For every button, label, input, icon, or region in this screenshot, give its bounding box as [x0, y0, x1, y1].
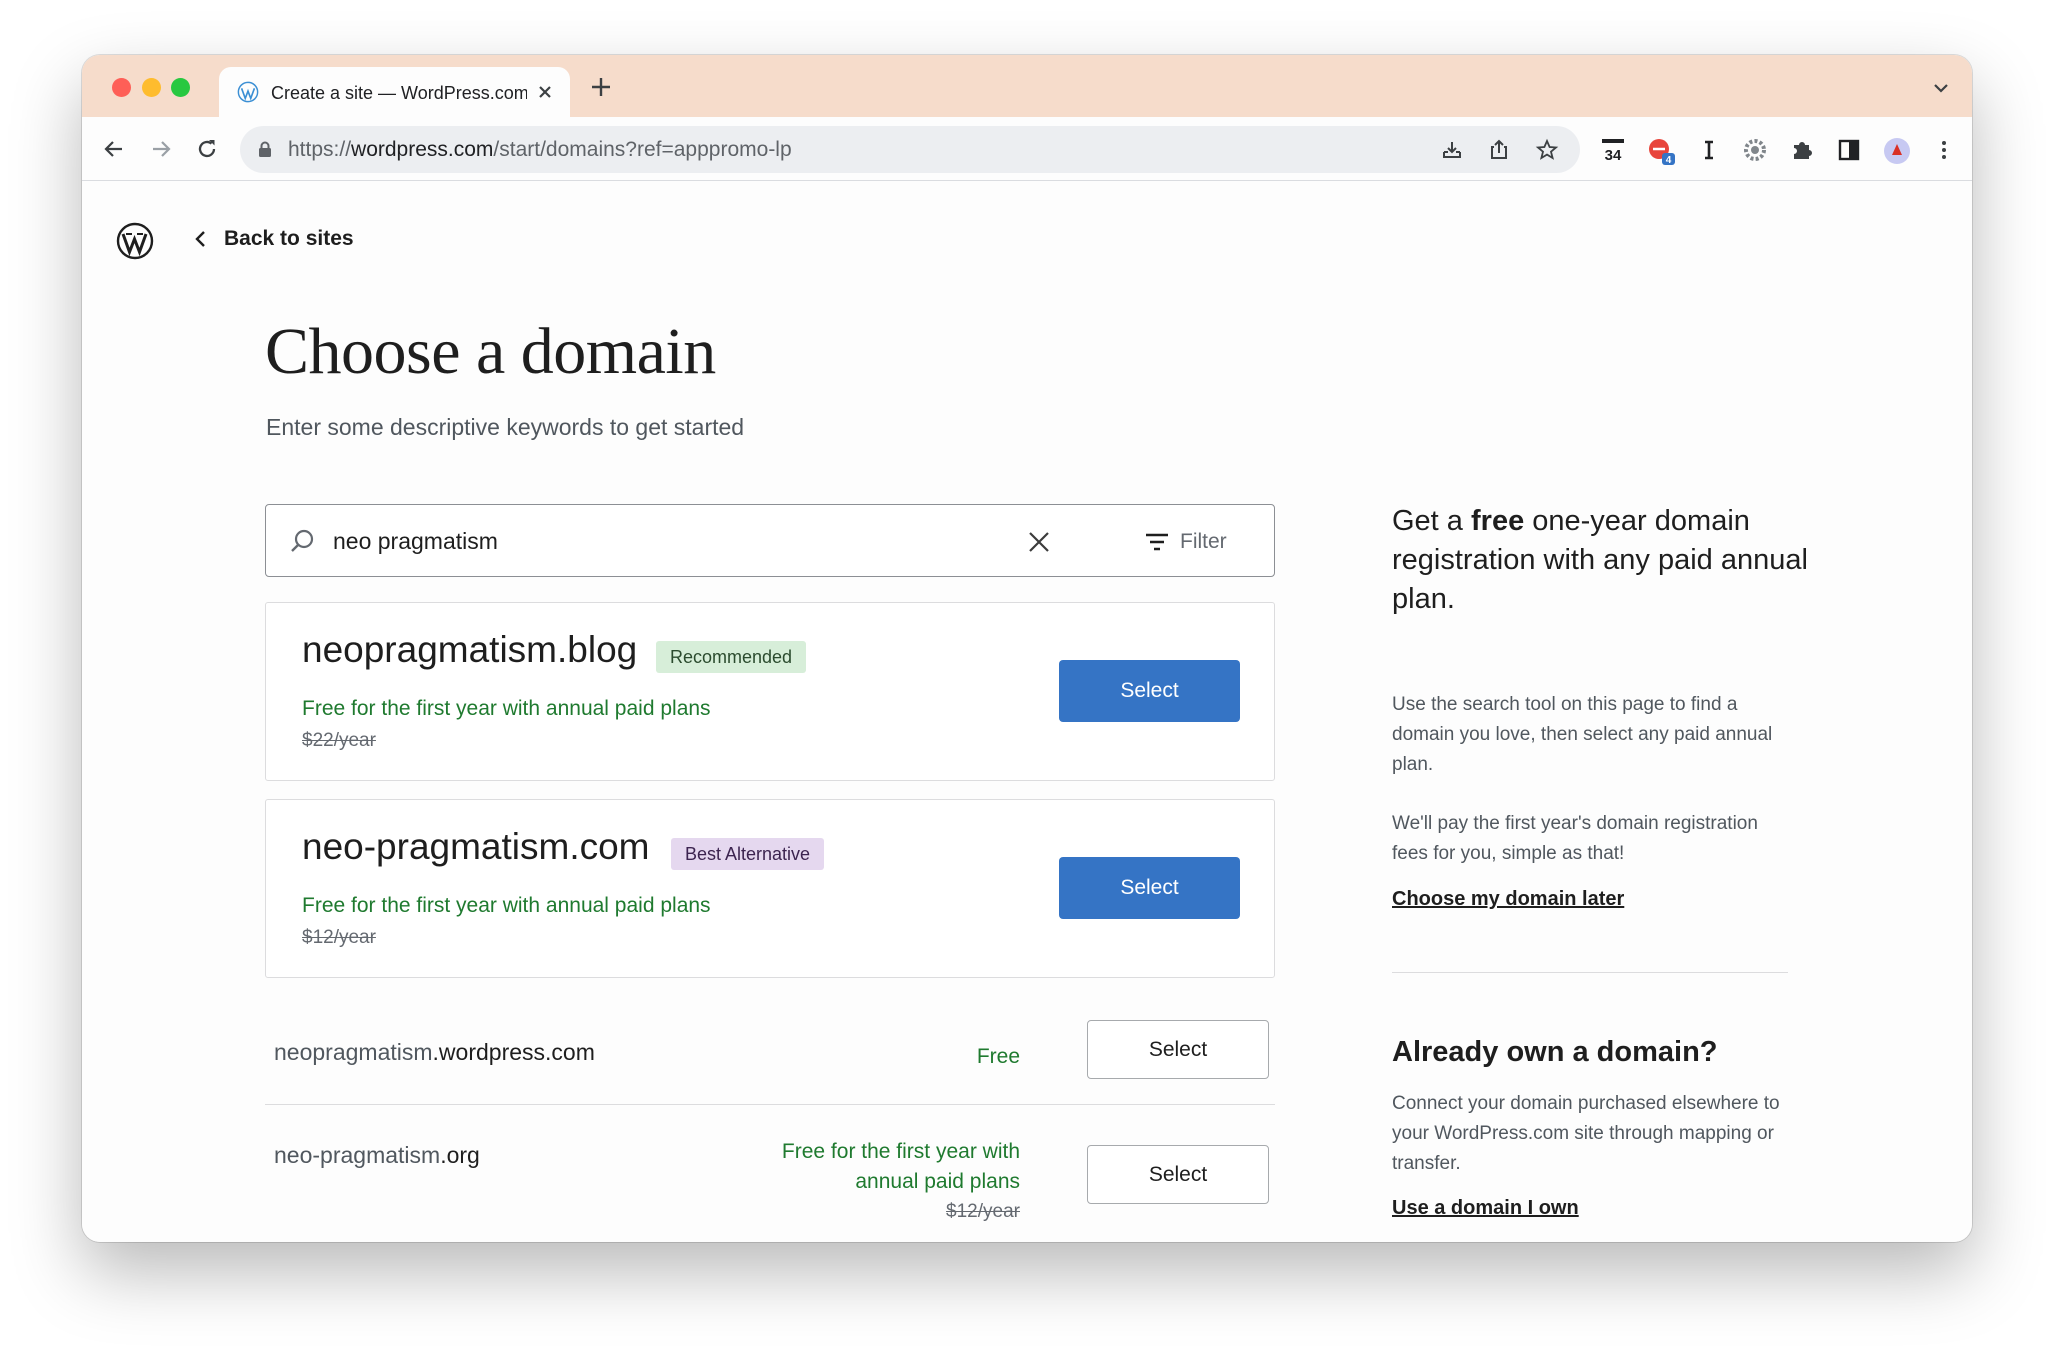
- install-app-icon[interactable]: [1440, 138, 1464, 162]
- svg-text:4: 4: [1666, 155, 1672, 166]
- own-domain-heading: Already own a domain?: [1392, 1036, 1718, 1068]
- original-price: $12/year: [302, 927, 376, 948]
- choose-domain-later-link[interactable]: Choose my domain later: [1392, 888, 1624, 911]
- wordpress-favicon-icon: [237, 81, 259, 103]
- text-extension-icon[interactable]: [1696, 137, 1722, 163]
- page-content: Back to sites Choose a domain Enter some…: [82, 182, 1972, 1242]
- free-offer-text: Free for the first year with annual paid…: [302, 697, 711, 720]
- original-price: $22/year: [302, 730, 376, 751]
- use-own-domain-link[interactable]: Use a domain I own: [1392, 1197, 1579, 1220]
- domain-search-input[interactable]: [333, 521, 953, 561]
- select-domain-button[interactable]: Select: [1087, 1020, 1269, 1079]
- free-offer-text: Free for the first year with annual paid…: [302, 894, 711, 917]
- page-subtitle: Enter some descriptive keywords to get s…: [266, 414, 745, 440]
- profile-avatar[interactable]: [1883, 137, 1910, 164]
- domain-result-price: Free: [976, 1045, 1020, 1068]
- settings-gear-extension-icon[interactable]: [1742, 137, 1768, 163]
- chevron-left-icon: [195, 231, 205, 247]
- select-domain-button[interactable]: Select: [1059, 660, 1240, 722]
- page-title: Choose a domain: [265, 315, 716, 388]
- back-to-sites-label: Back to sites: [224, 227, 354, 250]
- domain-search-box: Filter: [265, 504, 1275, 577]
- close-tab-icon[interactable]: [535, 82, 555, 102]
- domain-name: neopragmatism.blog: [302, 629, 638, 670]
- forward-arrow-icon[interactable]: [149, 137, 173, 161]
- svg-text:34: 34: [1605, 147, 1622, 163]
- side-panel-icon[interactable]: [1836, 137, 1862, 163]
- sidebar-divider: [1392, 972, 1788, 973]
- close-window-button[interactable]: [112, 78, 131, 97]
- free-domain-promo-title: Get a free one-year domain registration …: [1392, 505, 1808, 615]
- browser-window: Create a site — WordPress.com https://wo…: [82, 55, 1972, 1242]
- domain-result-price: Free for the first year with annual paid …: [781, 1140, 1020, 1193]
- row-divider: [265, 1104, 1275, 1105]
- tab-list-chevron-icon[interactable]: [1932, 81, 1950, 95]
- featured-domain-card: neopragmatism.blog Recommended Free for …: [265, 602, 1275, 781]
- clear-search-icon[interactable]: [1026, 529, 1052, 555]
- address-bar[interactable]: https://wordpress.com/start/domains?ref=…: [240, 126, 1580, 173]
- calendar-extension-icon[interactable]: 34: [1600, 137, 1626, 164]
- bookmark-star-icon[interactable]: [1535, 138, 1559, 162]
- filter-icon: [1146, 533, 1168, 551]
- recommended-badge: Recommended: [656, 641, 807, 673]
- select-domain-button[interactable]: Select: [1059, 857, 1240, 919]
- best-alternative-badge: Best Alternative: [671, 838, 825, 870]
- minimize-window-button[interactable]: [142, 78, 161, 97]
- back-arrow-icon[interactable]: [102, 137, 126, 161]
- domain-result-name: neopragmatism.wordpress.com: [274, 1039, 595, 1065]
- url-text: https://wordpress.com/start/domains?ref=…: [288, 138, 792, 161]
- tab-bar: Create a site — WordPress.com: [82, 55, 1972, 117]
- domain-name: neo-pragmatism.com: [302, 826, 650, 867]
- filter-label: Filter: [1180, 530, 1227, 553]
- back-to-sites-link[interactable]: Back to sites: [192, 224, 354, 254]
- share-icon[interactable]: [1487, 138, 1511, 162]
- filter-button[interactable]: Filter: [1144, 527, 1227, 557]
- browser-toolbar: https://wordpress.com/start/domains?ref=…: [82, 117, 1972, 181]
- search-icon: [291, 529, 314, 552]
- promo-description: Use the search tool on this page to find…: [1392, 694, 1773, 775]
- new-tab-icon[interactable]: [590, 76, 612, 98]
- browser-menu-icon[interactable]: [1931, 137, 1957, 163]
- lock-icon: [259, 141, 271, 157]
- maximize-window-button[interactable]: [171, 78, 190, 97]
- wordpress-logo-icon[interactable]: [116, 222, 154, 260]
- browser-tab[interactable]: Create a site — WordPress.com: [219, 67, 570, 117]
- domain-result-name: neo-pragmatism.org: [274, 1142, 480, 1168]
- mail-extension-icon[interactable]: 4: [1647, 137, 1675, 166]
- reload-icon[interactable]: [195, 137, 219, 161]
- own-domain-description: Connect your domain purchased elsewhere …: [1392, 1093, 1780, 1174]
- select-domain-button[interactable]: Select: [1087, 1145, 1269, 1204]
- original-price: $12/year: [946, 1201, 1020, 1222]
- promo-description: We'll pay the first year's domain regist…: [1392, 813, 1758, 864]
- extensions-puzzle-icon[interactable]: [1789, 137, 1815, 163]
- featured-domain-card: neo-pragmatism.com Best Alternative Free…: [265, 799, 1275, 978]
- tab-title: Create a site — WordPress.com: [271, 83, 527, 103]
